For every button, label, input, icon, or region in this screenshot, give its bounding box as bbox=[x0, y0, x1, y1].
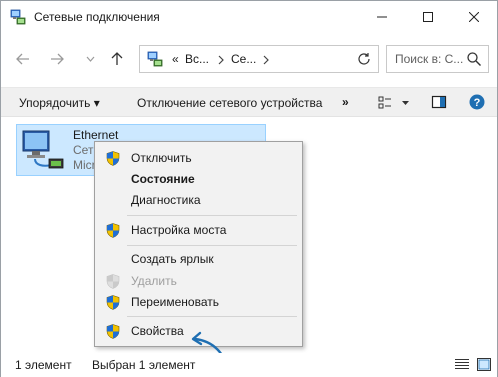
explorer-window: Сетевые подключения « Вс... Се... Поиск … bbox=[0, 0, 498, 377]
status-bar: 1 элемент Выбран 1 элемент bbox=[1, 353, 497, 377]
menu-item-label: Диагностика bbox=[131, 193, 201, 207]
item-adapter: Micr bbox=[73, 158, 96, 172]
context-menu: Отключить Состояние Диагностика Настройк… bbox=[94, 141, 303, 347]
menu-item-label: Свойства bbox=[131, 324, 184, 338]
forward-button[interactable] bbox=[46, 48, 68, 70]
recent-locations-button[interactable] bbox=[79, 48, 101, 70]
address-segment[interactable]: Се... bbox=[231, 52, 256, 66]
ethernet-adapter-icon bbox=[22, 130, 64, 169]
menu-separator bbox=[127, 215, 297, 216]
uac-shield-icon bbox=[106, 223, 120, 238]
maximize-icon bbox=[423, 12, 433, 22]
svg-text:?: ? bbox=[474, 97, 481, 109]
refresh-icon bbox=[358, 53, 370, 65]
menu-item-label: Переименовать bbox=[131, 295, 219, 309]
uac-shield-icon bbox=[106, 295, 120, 310]
chevron-right-icon[interactable] bbox=[263, 55, 269, 65]
menu-item-label: Отключить bbox=[131, 151, 192, 165]
window-title: Сетевые подключения bbox=[34, 10, 160, 24]
command-bar: Упорядочить ▾ Отключение сетевого устрой… bbox=[1, 87, 497, 117]
details-view-icon[interactable] bbox=[455, 358, 469, 371]
minimize-icon bbox=[377, 16, 387, 18]
menu-item-create-shortcut[interactable]: Создать ярлык bbox=[97, 248, 300, 270]
menu-item-disable[interactable]: Отключить bbox=[97, 147, 300, 169]
uac-shield-icon bbox=[106, 151, 120, 166]
selection-count: Выбран 1 элемент bbox=[92, 358, 196, 372]
more-commands-button[interactable]: » bbox=[342, 95, 349, 109]
chevron-right-icon[interactable] bbox=[218, 55, 224, 65]
arrow-right-icon bbox=[51, 53, 64, 65]
item-count: 1 элемент bbox=[15, 358, 72, 372]
uac-shield-icon bbox=[106, 274, 120, 289]
close-icon bbox=[469, 12, 479, 22]
chevron-down-icon bbox=[86, 56, 94, 62]
view-options-icon[interactable] bbox=[377, 94, 413, 112]
address-segment[interactable]: Вс... bbox=[185, 52, 209, 66]
network-connections-icon bbox=[147, 51, 163, 67]
preview-pane-icon[interactable] bbox=[431, 94, 447, 110]
item-name: Ethernet bbox=[73, 128, 119, 142]
search-box[interactable] bbox=[386, 45, 489, 73]
menu-separator bbox=[127, 316, 297, 317]
disconnect-device-button[interactable]: Отключение сетевого устройства bbox=[137, 96, 322, 110]
tiles-view-icon[interactable] bbox=[477, 358, 491, 371]
title-bar: Сетевые подключения bbox=[1, 1, 497, 33]
menu-item-delete: Удалить bbox=[97, 270, 300, 292]
menu-item-bridge[interactable]: Настройка моста bbox=[97, 219, 300, 241]
menu-item-label: Настройка моста bbox=[131, 223, 227, 237]
close-button[interactable] bbox=[451, 1, 497, 33]
network-connections-icon bbox=[10, 9, 26, 25]
address-bar[interactable]: « Вс... Се... bbox=[139, 45, 379, 73]
maximize-button[interactable] bbox=[405, 1, 451, 33]
refresh-button[interactable] bbox=[349, 45, 379, 73]
uac-shield-icon bbox=[106, 324, 120, 339]
menu-item-status[interactable]: Состояние bbox=[97, 168, 300, 190]
arrow-up-icon bbox=[111, 52, 123, 65]
help-icon[interactable]: ? bbox=[469, 94, 485, 110]
search-icon bbox=[467, 52, 481, 66]
menu-item-label: Создать ярлык bbox=[131, 252, 214, 266]
up-button[interactable] bbox=[106, 48, 128, 70]
minimize-button[interactable] bbox=[359, 1, 405, 33]
organize-button[interactable]: Упорядочить ▾ bbox=[19, 96, 100, 110]
back-button[interactable] bbox=[12, 48, 34, 70]
menu-separator bbox=[127, 245, 297, 246]
menu-item-diagnose[interactable]: Диагностика bbox=[97, 189, 300, 211]
menu-item-label: Состояние bbox=[131, 172, 195, 186]
search-input[interactable] bbox=[395, 52, 465, 66]
address-overflow[interactable]: « bbox=[172, 52, 179, 66]
menu-item-label: Удалить bbox=[131, 274, 177, 288]
arrow-left-icon bbox=[16, 53, 29, 65]
menu-item-rename[interactable]: Переименовать bbox=[97, 291, 300, 313]
